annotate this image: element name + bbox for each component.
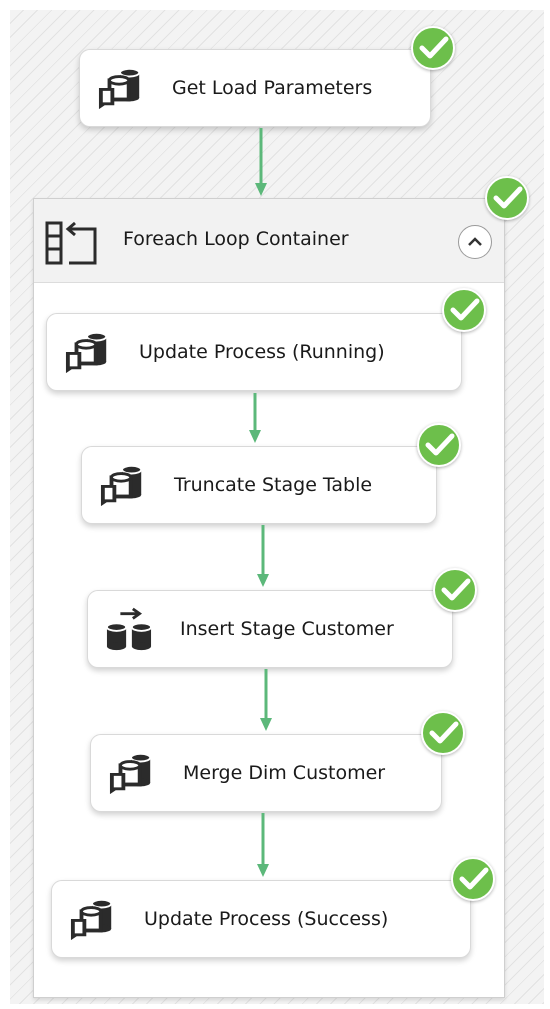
task-label: Update Process (Success): [144, 908, 389, 930]
precedence-constraint-arrow[interactable]: [248, 393, 262, 445]
precedence-constraint-arrow[interactable]: [256, 813, 270, 879]
container-title: Foreach Loop Container: [123, 228, 349, 250]
task-label: Truncate Stage Table: [174, 474, 373, 496]
task-update-process-success[interactable]: Update Process (Success): [51, 880, 471, 958]
success-check-icon: [442, 288, 486, 332]
collapse-button[interactable]: [458, 225, 492, 259]
execute-sql-task-icon: [97, 66, 142, 111]
success-check-icon: [421, 711, 465, 755]
success-check-icon: [411, 26, 455, 70]
task-label: Update Process (Running): [139, 341, 385, 363]
task-merge-dim-customer[interactable]: Merge Dim Customer: [90, 734, 442, 812]
data-flow-task-icon: [105, 607, 153, 652]
task-get-load-parameters[interactable]: Get Load Parameters: [79, 49, 431, 127]
task-insert-stage-customer[interactable]: Insert Stage Customer: [87, 590, 453, 668]
foreach-loop-icon: [45, 221, 97, 265]
precedence-constraint-arrow[interactable]: [259, 669, 273, 733]
execute-sql-task-icon: [108, 751, 153, 796]
execute-sql-task-icon: [99, 463, 144, 508]
success-check-icon: [433, 568, 477, 612]
task-label: Get Load Parameters: [172, 77, 373, 99]
chevron-up-icon: [468, 237, 482, 246]
execute-sql-task-icon: [64, 330, 109, 375]
task-label: Insert Stage Customer: [180, 618, 394, 640]
execute-sql-task-icon: [69, 897, 114, 942]
task-label: Merge Dim Customer: [183, 762, 386, 784]
task-truncate-stage-table[interactable]: Truncate Stage Table: [81, 446, 437, 524]
success-check-icon: [451, 857, 495, 901]
precedence-constraint-arrow[interactable]: [256, 525, 270, 589]
container-header[interactable]: Foreach Loop Container: [34, 199, 504, 283]
success-check-icon: [485, 176, 529, 220]
success-check-icon: [417, 423, 461, 467]
precedence-constraint-arrow[interactable]: [254, 128, 268, 198]
task-update-process-running[interactable]: Update Process (Running): [46, 313, 462, 391]
